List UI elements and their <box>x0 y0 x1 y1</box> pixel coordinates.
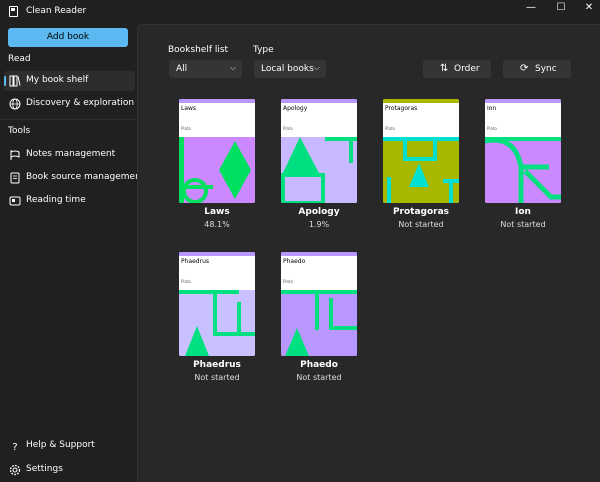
cover-author: Plato <box>487 126 497 131</box>
tools-section-label: Tools <box>8 126 31 136</box>
book-cover: Phaedo Plato <box>281 252 357 356</box>
cover-author: Plato <box>385 126 395 131</box>
book-cover: Apology Plato <box>281 99 357 203</box>
cover-stripe <box>485 99 561 103</box>
book-progress: 1.9% <box>308 220 330 229</box>
sidebar-item-book-source-management[interactable]: Book source management <box>4 168 144 188</box>
dropdown-value: All <box>176 64 188 74</box>
sidebar-item-label: Book source management <box>26 172 145 182</box>
sidebar-item-discovery[interactable]: Discovery & exploration <box>4 94 135 114</box>
book-title: Phaedo <box>300 360 338 370</box>
app-title: Clean Reader <box>26 6 87 16</box>
bookshelf-list-label: Bookshelf list <box>168 45 229 55</box>
sidebar-item-label: Discovery & exploration <box>26 98 135 108</box>
sidebar-item-label: Help & Support <box>26 440 95 450</box>
cover-art <box>485 137 561 203</box>
sync-button-label: Sync <box>535 64 557 74</box>
cover-stripe <box>281 99 357 103</box>
book-progress: Not started <box>500 220 546 229</box>
notes-icon <box>10 150 20 160</box>
sidebar: Add book Read My book shelf Discovery & … <box>0 24 144 482</box>
book-cover: Ion Plato <box>485 99 561 203</box>
sidebar-item-reading-time[interactable]: Reading time <box>4 191 135 211</box>
cover-stripe <box>179 252 255 256</box>
main-content: Bookshelf list All ⌵ Type Local books ⌵ … <box>137 24 600 482</box>
cover-author: Plato <box>283 126 293 131</box>
cover-title: Phaedo <box>283 258 306 265</box>
sidebar-item-label: Notes management <box>26 149 116 159</box>
add-book-button[interactable]: Add book <box>8 28 128 47</box>
sort-icon: ⇅ <box>440 63 449 74</box>
sync-button[interactable]: ⟳ Sync <box>503 60 571 78</box>
sync-icon: ⟳ <box>520 63 529 74</box>
book-progress: Not started <box>296 373 342 382</box>
book-title: Phaedrus <box>193 360 241 370</box>
type-dropdown[interactable]: Local books ⌵ <box>254 60 326 78</box>
cover-author: Plato <box>181 279 191 284</box>
help-icon: ? <box>12 442 17 452</box>
cover-stripe <box>179 99 255 103</box>
close-button[interactable]: ✕ <box>574 0 600 18</box>
title-bar: Clean Reader — ☐ ✕ <box>0 0 600 24</box>
book-cover: Laws Plato <box>179 99 255 203</box>
book-title: Protagoras <box>392 207 450 217</box>
book-cover: Phaedrus Plato <box>179 252 255 356</box>
order-button-label: Order <box>454 64 480 74</box>
cover-title: Phaedrus <box>181 258 209 265</box>
svg-text:?: ? <box>12 442 17 452</box>
chevron-down-icon: ⌵ <box>313 63 320 72</box>
sidebar-item-label: Reading time <box>26 195 86 205</box>
bookshelf-list-dropdown[interactable]: All ⌵ <box>169 60 242 78</box>
book-progress: Not started <box>398 220 444 229</box>
cover-art <box>281 137 357 203</box>
book-title: Laws <box>204 207 230 217</box>
gear-icon <box>9 464 21 476</box>
reading-time-icon <box>9 196 21 206</box>
cover-art <box>281 290 357 356</box>
sidebar-item-label: Settings <box>26 464 63 474</box>
cover-art <box>179 137 255 203</box>
cover-stripe <box>281 252 357 256</box>
dropdown-value: Local books <box>261 64 314 74</box>
sidebar-item-notes-management[interactable]: Notes management <box>4 145 135 165</box>
sidebar-divider <box>0 119 137 120</box>
sidebar-item-label: My book shelf <box>26 75 89 85</box>
cover-art <box>383 137 459 203</box>
book-title: Ion <box>515 207 531 217</box>
globe-icon <box>9 98 21 110</box>
book-progress: Not started <box>194 373 240 382</box>
book-cover: Protagoras Plato <box>383 99 459 203</box>
sidebar-item-help-support[interactable]: ? Help & Support <box>4 436 135 456</box>
cover-art <box>179 290 255 356</box>
read-section-label: Read <box>8 54 31 64</box>
app-icon <box>9 6 18 17</box>
maximize-button[interactable]: ☐ <box>546 0 576 18</box>
sidebar-item-settings[interactable]: Settings <box>4 460 135 480</box>
cover-title: Ion <box>487 105 497 112</box>
chevron-down-icon: ⌵ <box>229 63 236 72</box>
book-source-icon <box>10 172 20 184</box>
cover-title: Protagoras <box>385 105 418 112</box>
cover-author: Plato <box>181 126 191 131</box>
book-progress: 48.1% <box>204 220 230 229</box>
cover-title: Laws <box>181 105 197 112</box>
cover-author: Plato <box>283 279 293 284</box>
cover-title: Apology <box>283 105 308 112</box>
active-indicator <box>4 76 6 86</box>
bookshelf-icon <box>9 75 21 87</box>
cover-stripe <box>383 99 459 103</box>
sidebar-item-my-book-shelf[interactable]: My book shelf <box>4 71 135 91</box>
order-button[interactable]: ⇅ Order <box>423 60 491 78</box>
minimize-button[interactable]: — <box>516 0 546 18</box>
type-label: Type <box>253 45 274 55</box>
book-title: Apology <box>298 207 340 217</box>
